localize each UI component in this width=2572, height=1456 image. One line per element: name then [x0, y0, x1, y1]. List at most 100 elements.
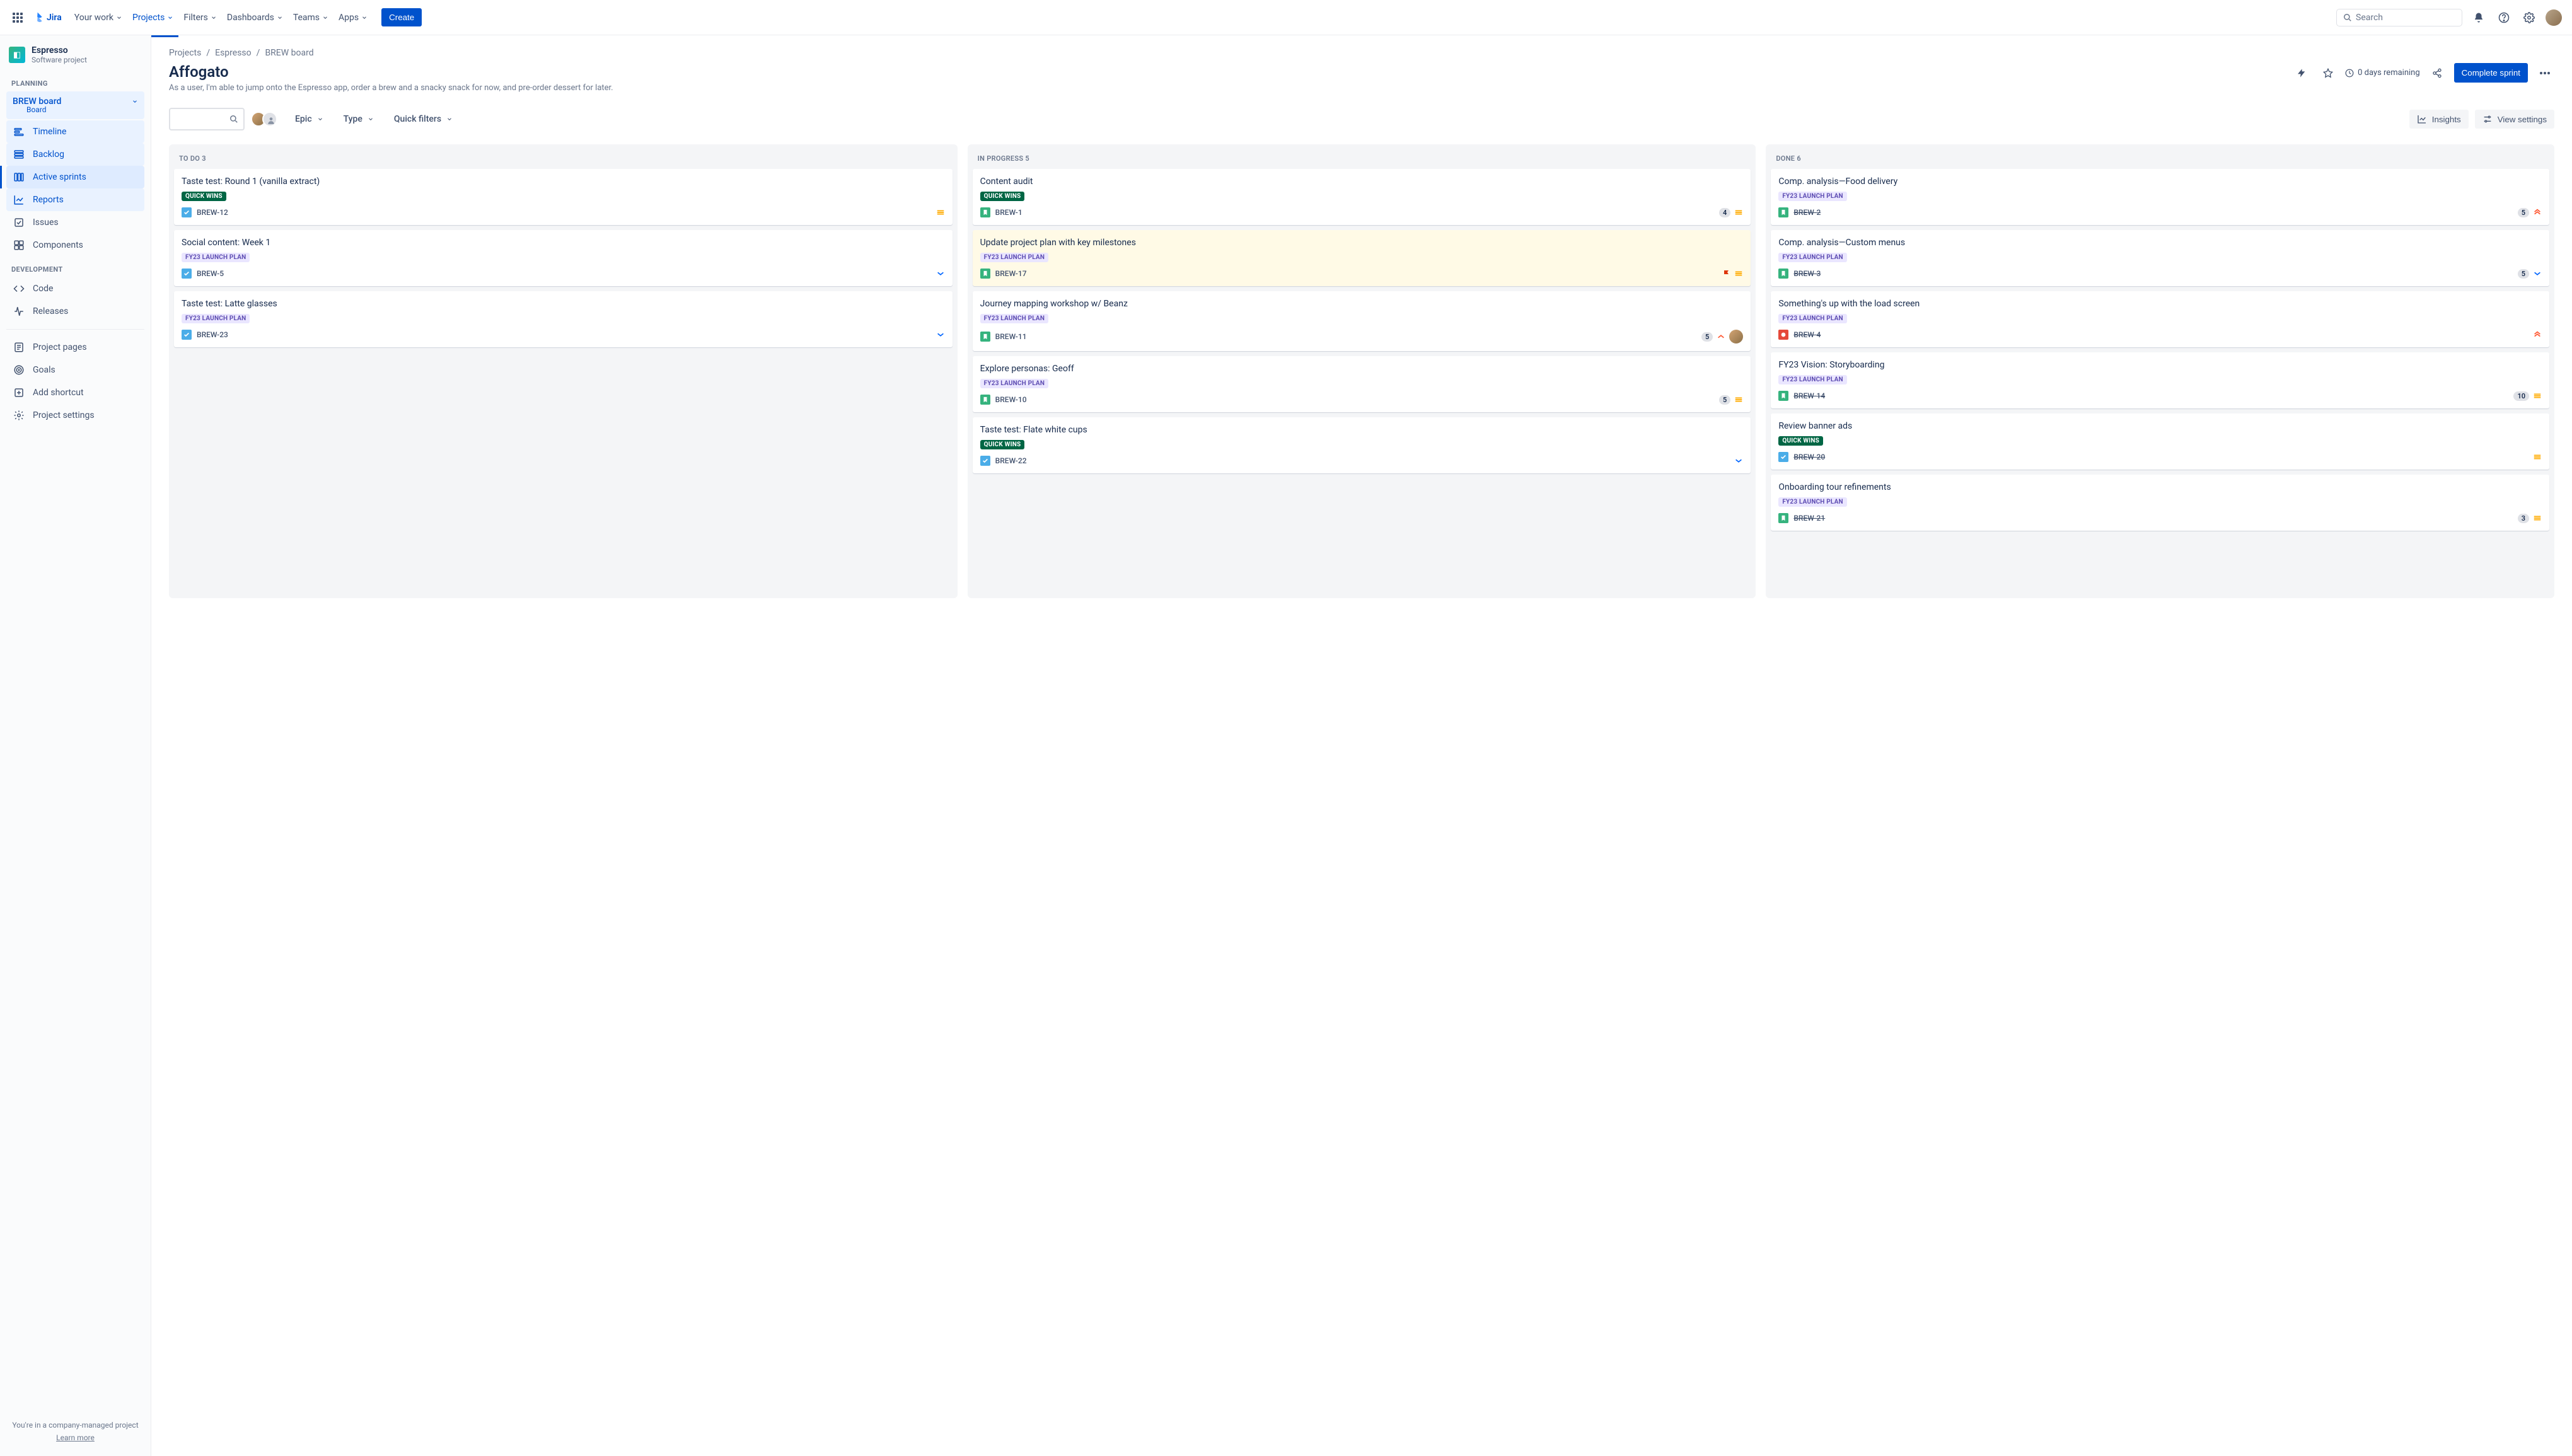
- more-icon[interactable]: [2535, 64, 2554, 83]
- issue-type-story-icon: [980, 207, 990, 217]
- card-title: Comp. analysis—Custom menus: [1778, 238, 2542, 248]
- app-switcher-icon[interactable]: [10, 10, 25, 25]
- profile-avatar[interactable]: [2546, 9, 2562, 26]
- label-fy: FY23 LAUNCH PLAN: [1778, 314, 1846, 323]
- issue-card[interactable]: Content audit QUICK WINS BREW-1 4: [973, 169, 1751, 225]
- card-title: Taste test: Round 1 (vanilla extract): [182, 176, 945, 187]
- issue-card[interactable]: Comp. analysis—Food delivery FY23 LAUNCH…: [1771, 169, 2549, 225]
- board-search[interactable]: [169, 108, 245, 130]
- issue-key: BREW-17: [995, 269, 1027, 278]
- avatar-unassigned[interactable]: [262, 112, 277, 127]
- card-title: Journey mapping workshop w/ Beanz: [980, 299, 1744, 309]
- issue-type-story-icon: [1778, 269, 1788, 279]
- top-nav: Jira Your workProjectsFiltersDashboardsT…: [0, 0, 2572, 35]
- issue-type-story-icon: [980, 269, 990, 279]
- issue-card[interactable]: Journey mapping workshop w/ Beanz FY23 L…: [973, 291, 1751, 351]
- issue-key: BREW-23: [197, 330, 228, 339]
- sidebar-item-issues[interactable]: Issues: [6, 211, 144, 234]
- sidebar-item-backlog[interactable]: Backlog: [6, 143, 144, 166]
- filter-epic[interactable]: Epic: [293, 110, 326, 128]
- insights-button[interactable]: Insights: [2409, 110, 2469, 129]
- issue-key: BREW-22: [995, 456, 1027, 465]
- issue-type-task-icon: [1778, 452, 1788, 462]
- complete-sprint-button[interactable]: Complete sprint: [2454, 63, 2528, 83]
- breadcrumb: Projects/Espresso/BREW board: [169, 48, 2554, 58]
- label-fy: FY23 LAUNCH PLAN: [182, 314, 250, 323]
- assignee-filter[interactable]: [255, 112, 277, 127]
- backlog-icon: [13, 148, 25, 161]
- nav-teams[interactable]: Teams: [288, 9, 333, 26]
- priority-low-icon: [2533, 269, 2542, 278]
- project-settings-icon: [13, 409, 25, 422]
- issue-key: BREW-3: [1793, 269, 1821, 278]
- issue-card[interactable]: Taste test: Latte glasses FY23 LAUNCH PL…: [174, 291, 953, 347]
- issue-card[interactable]: Review banner ads QUICK WINS BREW-20: [1771, 413, 2549, 470]
- sprint-title: Affogato: [169, 63, 613, 81]
- star-icon[interactable]: [2319, 64, 2337, 83]
- jira-logo[interactable]: Jira: [32, 11, 62, 24]
- share-icon[interactable]: [2428, 64, 2447, 83]
- priority-medium-icon: [1734, 208, 1743, 217]
- issue-card[interactable]: FY23 Vision: Storyboarding FY23 LAUNCH P…: [1771, 352, 2549, 408]
- nav-your-work[interactable]: Your work: [69, 9, 127, 26]
- card-title: Taste test: Latte glasses: [182, 299, 945, 309]
- issue-card[interactable]: Something's up with the load screen FY23…: [1771, 291, 2549, 347]
- nav-apps[interactable]: Apps: [333, 9, 373, 26]
- issue-key: BREW-5: [197, 269, 224, 278]
- search-placeholder: Search: [2356, 13, 2383, 23]
- nav-filters[interactable]: Filters: [178, 9, 222, 26]
- label-fy: FY23 LAUNCH PLAN: [1778, 192, 1846, 201]
- sliders-icon: [2482, 114, 2493, 124]
- card-title: Something's up with the load screen: [1778, 299, 2542, 309]
- estimate-badge: 3: [2518, 514, 2529, 523]
- automation-icon[interactable]: [2292, 64, 2311, 83]
- sidebar-item-components[interactable]: Components: [6, 234, 144, 257]
- active-sprints-icon: [13, 171, 25, 183]
- project-name: Espresso: [32, 45, 87, 55]
- issue-card[interactable]: Social content: Week 1 FY23 LAUNCH PLAN …: [174, 230, 953, 286]
- filter-type[interactable]: Type: [341, 110, 376, 128]
- issue-card[interactable]: Explore personas: Geoff FY23 LAUNCH PLAN…: [973, 356, 1751, 412]
- project-header[interactable]: ◧ Espresso Software project: [6, 44, 144, 71]
- sidebar-item-goals[interactable]: Goals: [6, 359, 144, 381]
- sidebar-item-timeline[interactable]: Timeline: [6, 120, 144, 143]
- breadcrumb-1[interactable]: Espresso: [215, 48, 252, 58]
- issue-card[interactable]: Update project plan with key milestones …: [973, 230, 1751, 286]
- board-selector[interactable]: BREW board Board: [6, 91, 144, 119]
- settings-icon[interactable]: [2520, 9, 2538, 26]
- label-quick: QUICK WINS: [980, 192, 1025, 201]
- issue-type-bug-icon: [1778, 330, 1788, 340]
- sidebar-item-add-shortcut[interactable]: Add shortcut: [6, 381, 144, 404]
- sidebar-item-reports[interactable]: Reports: [6, 188, 144, 211]
- sidebar-item-project-pages[interactable]: Project pages: [6, 336, 144, 359]
- sidebar-item-project-settings[interactable]: Project settings: [6, 404, 144, 427]
- nav-projects[interactable]: Projects: [127, 9, 178, 26]
- estimate-badge: 5: [1719, 395, 1730, 405]
- create-button[interactable]: Create: [381, 8, 422, 26]
- help-icon[interactable]: [2495, 9, 2513, 26]
- sidebar-item-active-sprints[interactable]: Active sprints: [6, 166, 144, 188]
- view-settings-button[interactable]: View settings: [2475, 110, 2554, 129]
- issue-card[interactable]: Taste test: Round 1 (vanilla extract) QU…: [174, 169, 953, 225]
- chevron-down-icon: [132, 98, 138, 105]
- global-search[interactable]: Search: [2336, 9, 2462, 26]
- estimate-badge: 5: [2518, 208, 2529, 217]
- notifications-icon[interactable]: [2470, 9, 2488, 26]
- chart-icon: [2417, 114, 2427, 124]
- card-title: Comp. analysis—Food delivery: [1778, 176, 2542, 187]
- label-fy: FY23 LAUNCH PLAN: [1778, 375, 1846, 384]
- issue-card[interactable]: Onboarding tour refinements FY23 LAUNCH …: [1771, 475, 2549, 531]
- issue-card[interactable]: Comp. analysis—Custom menus FY23 LAUNCH …: [1771, 230, 2549, 286]
- product-name: Jira: [47, 13, 62, 23]
- learn-more-link[interactable]: Learn more: [6, 1433, 144, 1442]
- sidebar-item-releases[interactable]: Releases: [6, 300, 144, 323]
- issue-card[interactable]: Taste test: Flate white cups QUICK WINS …: [973, 417, 1751, 473]
- estimate-badge: 10: [2513, 391, 2529, 401]
- breadcrumb-0[interactable]: Projects: [169, 48, 201, 58]
- filter-quick-filters[interactable]: Quick filters: [391, 110, 455, 128]
- releases-icon: [13, 305, 25, 318]
- nav-dashboards[interactable]: Dashboards: [222, 9, 288, 26]
- sidebar-item-code[interactable]: Code: [6, 277, 144, 300]
- breadcrumb-2[interactable]: BREW board: [265, 48, 313, 58]
- flag-icon: [1723, 270, 1730, 277]
